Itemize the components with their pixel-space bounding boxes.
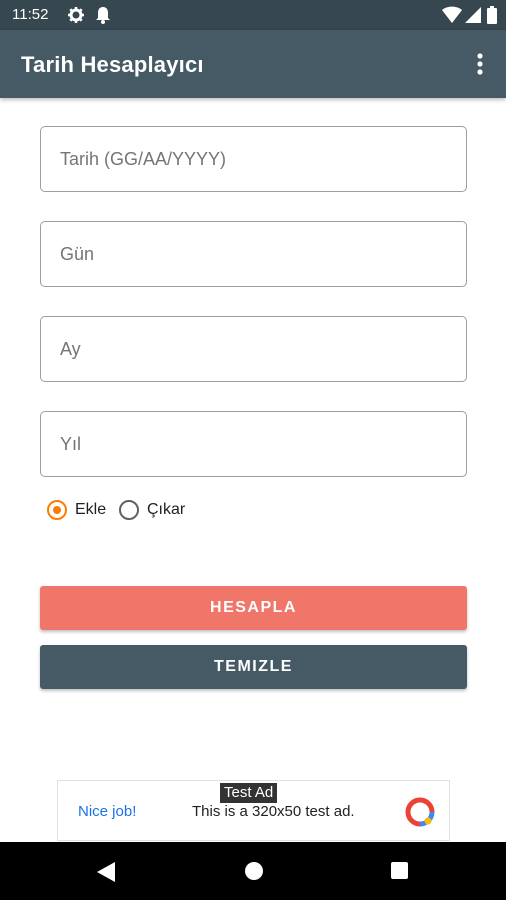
app-bar: Tarih Hesaplayıcı xyxy=(0,30,506,98)
ad-headline[interactable]: Nice job! xyxy=(78,803,136,820)
clear-button[interactable]: TEMIZLE xyxy=(40,645,467,689)
status-time: 11:52 xyxy=(12,6,49,23)
app-title: Tarih Hesaplayıcı xyxy=(21,52,204,77)
date-field xyxy=(40,126,467,192)
overflow-menu-icon[interactable] xyxy=(470,50,490,78)
settings-icon xyxy=(67,6,85,29)
year-input[interactable] xyxy=(41,412,466,476)
home-icon[interactable] xyxy=(245,862,263,880)
radio-add[interactable]: Ekle xyxy=(47,498,106,522)
radio-subtract-circle[interactable] xyxy=(119,500,139,520)
battery-icon xyxy=(487,6,497,29)
month-field xyxy=(40,316,467,382)
ad-text[interactable]: This is a 320x50 test ad. xyxy=(192,803,355,820)
ad-logo-icon[interactable] xyxy=(404,796,436,828)
back-icon[interactable] xyxy=(97,862,115,887)
day-field xyxy=(40,221,467,287)
date-input[interactable] xyxy=(41,127,466,191)
wifi-icon xyxy=(442,6,462,29)
month-input[interactable] xyxy=(41,317,466,381)
radio-subtract[interactable]: Çıkar xyxy=(119,498,185,522)
notification-bell-icon xyxy=(95,6,111,29)
calculate-button[interactable]: HESAPLA xyxy=(40,586,467,630)
ad-badge: Test Ad xyxy=(220,783,278,803)
status-bar: 11:52 xyxy=(0,0,506,30)
signal-icon xyxy=(464,6,482,29)
year-field xyxy=(40,411,467,477)
radio-add-circle[interactable] xyxy=(47,500,67,520)
day-input[interactable] xyxy=(41,222,466,286)
recents-icon[interactable] xyxy=(391,862,408,879)
radio-add-label: Ekle xyxy=(75,501,107,518)
radio-subtract-label: Çıkar xyxy=(147,501,186,518)
